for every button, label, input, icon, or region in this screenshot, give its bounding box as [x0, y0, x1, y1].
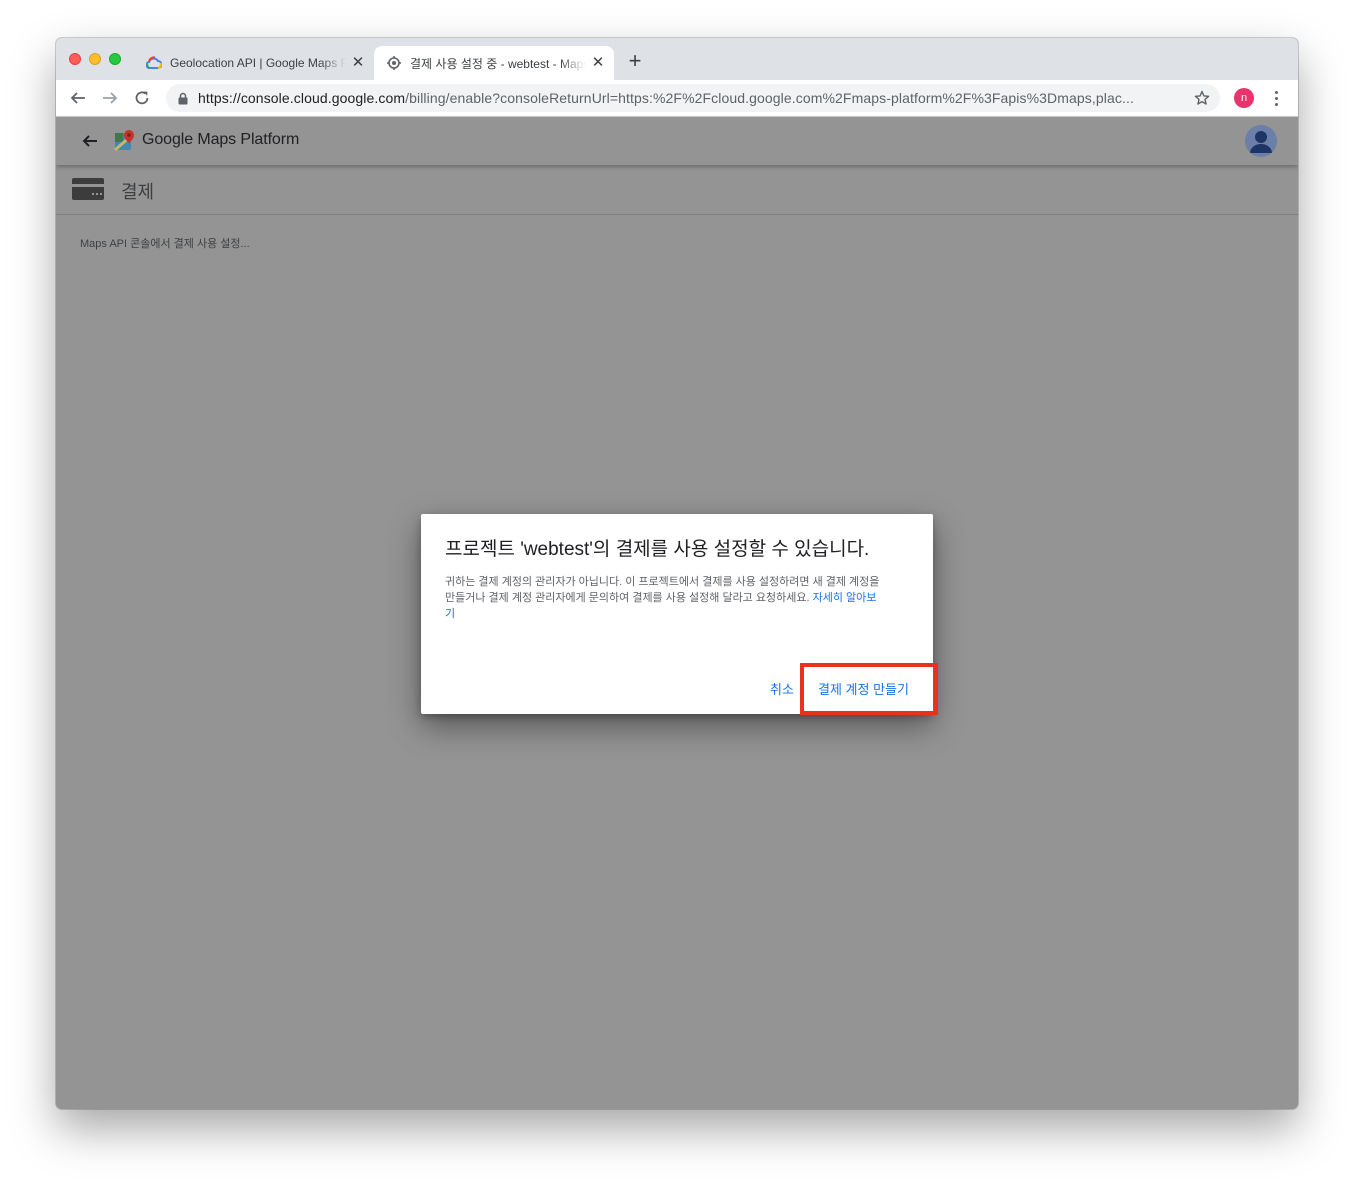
- lock-icon[interactable]: [176, 91, 190, 105]
- more-menu-icon[interactable]: [1268, 88, 1284, 108]
- billing-subheader: 결제: [56, 166, 1298, 215]
- google-cloud-icon: [146, 55, 162, 71]
- forward-arrow-icon[interactable]: [98, 86, 122, 110]
- back-arrow-icon[interactable]: [78, 129, 102, 153]
- cancel-button[interactable]: 취소: [770, 679, 794, 698]
- tab-billing-enable[interactable]: 결제 사용 설정 중 - webtest - Maps Platform ✕: [374, 46, 614, 80]
- close-tab-icon[interactable]: ✕: [590, 55, 606, 71]
- section-title: 결제: [121, 182, 155, 202]
- minimize-window-button[interactable]: [89, 53, 101, 65]
- bookmark-star-icon[interactable]: [1192, 88, 1212, 108]
- dialog-title: 프로젝트 'webtest'의 결제를 사용 설정할 수 있습니다.: [445, 539, 870, 560]
- back-arrow-icon[interactable]: [66, 86, 90, 110]
- status-message: Maps API 콘솔에서 결제 사용 설정...: [80, 238, 250, 250]
- reload-icon[interactable]: [130, 86, 154, 110]
- gear-icon: [386, 55, 402, 71]
- zoom-window-button[interactable]: [109, 53, 121, 65]
- tab-title: 결제 사용 설정 중 - webtest - Maps Platform: [410, 56, 586, 71]
- close-window-button[interactable]: [69, 53, 81, 65]
- address-bar[interactable]: https://console.cloud.google.com/billing…: [166, 84, 1220, 112]
- url-host: https://console.cloud.google.com: [198, 90, 406, 106]
- google-maps-logo-icon: [114, 129, 136, 153]
- tab-geolocation-api[interactable]: Geolocation API | Google Maps Platform ✕: [134, 46, 370, 80]
- annotation-highlight-box: [800, 663, 938, 715]
- profile-avatar[interactable]: n: [1234, 88, 1254, 108]
- close-tab-icon[interactable]: ✕: [350, 55, 366, 71]
- credit-card-icon: [72, 178, 104, 200]
- new-tab-icon[interactable]: +: [626, 50, 644, 72]
- url-text[interactable]: https://console.cloud.google.com/billing…: [198, 90, 1178, 106]
- brand-title: Google Maps Platform: [142, 131, 300, 148]
- url-path: /billing/enable?consoleReturnUrl=https:%…: [405, 90, 1134, 106]
- dialog-body: 귀하는 결제 계정의 관리자가 아닙니다. 이 프로젝트에서 결제를 사용 설정…: [445, 574, 885, 622]
- account-avatar[interactable]: [1245, 125, 1277, 157]
- tab-title: Geolocation API | Google Maps Platform: [170, 56, 346, 70]
- app-header: Google Maps Platform: [56, 117, 1298, 165]
- tab-strip: Geolocation API | Google Maps Platform ✕…: [56, 38, 1298, 80]
- browser-toolbar: https://console.cloud.google.com/billing…: [56, 80, 1298, 117]
